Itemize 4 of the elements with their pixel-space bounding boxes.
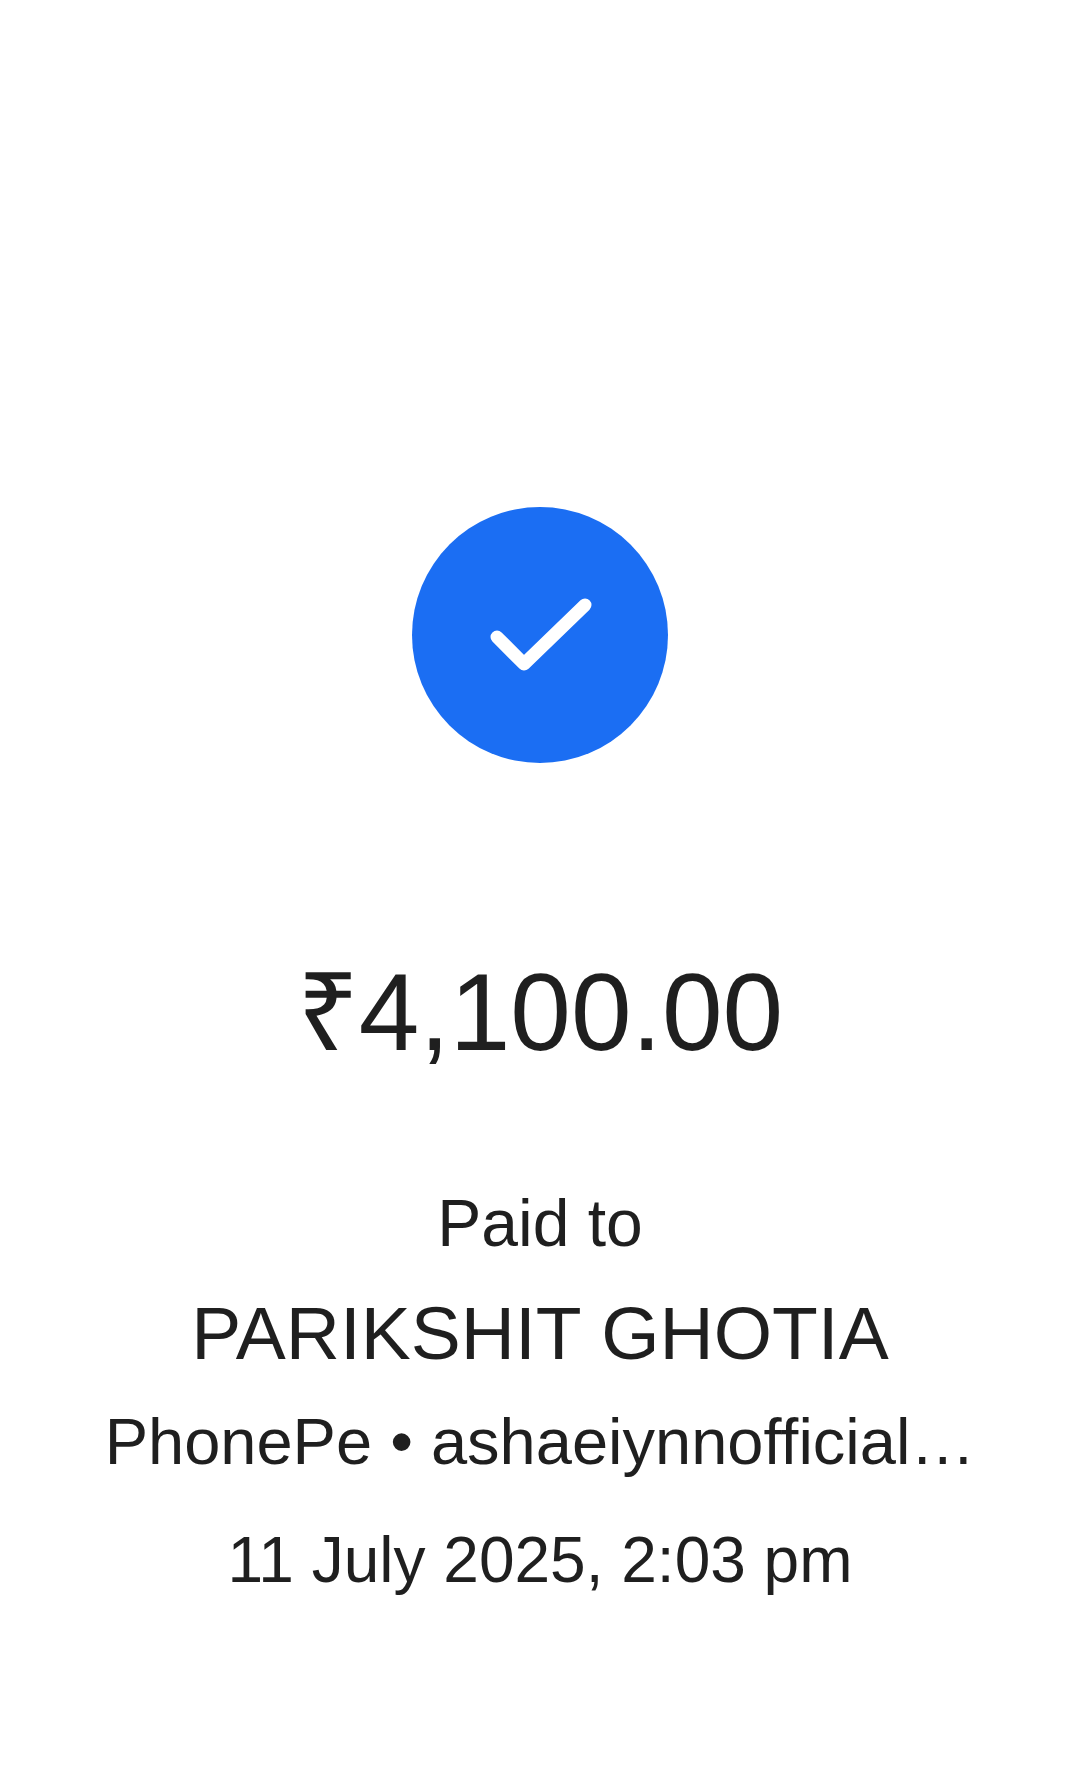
paid-to-label: Paid to [437, 1190, 643, 1256]
payee-name: PARIKSHIT GHOTIA [191, 1296, 889, 1371]
payment-amount: ₹4,100.00 [296, 958, 784, 1067]
success-check-icon [412, 507, 668, 763]
